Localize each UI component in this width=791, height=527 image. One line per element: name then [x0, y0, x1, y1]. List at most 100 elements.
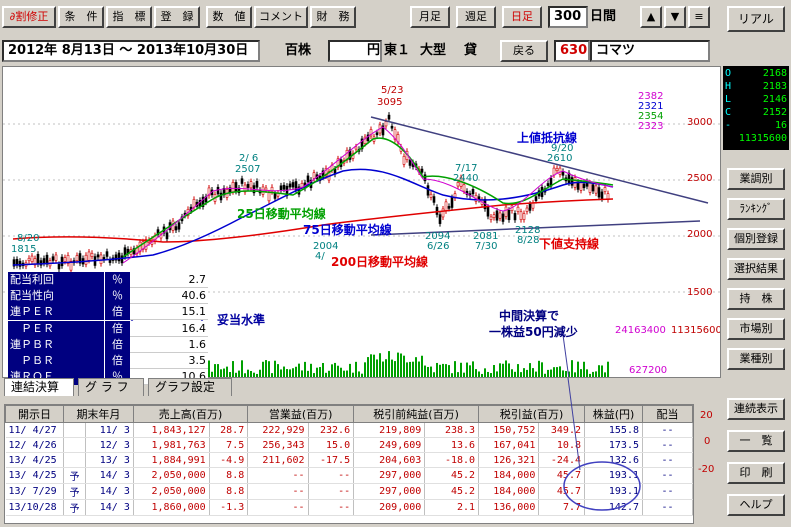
side-button-by-industry[interactable]: 業種別 [727, 348, 785, 370]
side-button-help[interactable]: ヘルプ [727, 494, 785, 516]
condition-button[interactable]: 条 件 [58, 6, 104, 28]
table-cell: 2,050,000 [133, 483, 210, 500]
table-cell: -- [642, 499, 693, 516]
finance-button[interactable]: 財 務 [310, 6, 356, 28]
table-row[interactable]: 12/ 4/26 12/ 3 1,981,763 7.5 256,343 15.0 249,… [5, 437, 693, 453]
table-cell: 13/ 3 [85, 452, 134, 468]
table-cell: 14/ 3 [85, 467, 134, 484]
volume-bar [517, 364, 519, 377]
candle-body [402, 156, 406, 165]
annotation-feb-val: 2507 [235, 164, 261, 175]
annotation-2128-date: 8/28 [517, 235, 540, 246]
volume-bar [508, 363, 510, 377]
side-button-list[interactable]: 一 覧 [727, 430, 785, 452]
volume-bar [484, 368, 486, 377]
side-button-holdings[interactable]: 持 株 [727, 288, 785, 310]
code-field[interactable]: 6301 [554, 40, 590, 62]
comment-button[interactable]: コメント [254, 6, 308, 28]
volume-bar [385, 359, 387, 377]
volume-bar [607, 361, 609, 377]
table-cell: -- [308, 483, 355, 500]
indicator-button[interactable]: 指 標 [106, 6, 152, 28]
table-cell: 150,752 [478, 422, 540, 438]
volume-bar [220, 369, 222, 377]
volume-bar [514, 371, 516, 377]
volume-bar [529, 363, 531, 377]
table-cell: 297,000 [353, 483, 426, 500]
tab-graph[interactable]: グ ラ フ [78, 378, 144, 396]
menu-button[interactable]: ≡ [688, 6, 710, 28]
col-pretax: 税引前純益(百万) [353, 405, 480, 423]
side-button-print[interactable]: 印 刷 [727, 462, 785, 484]
volume-bar [544, 373, 546, 377]
label-note-1: 中間決算で [499, 309, 560, 323]
volume-bar [394, 361, 396, 377]
grid-axis-20: 20 [700, 410, 713, 421]
split-adjust-button[interactable]: ∂割修正 [2, 6, 56, 28]
volume-bar [547, 369, 549, 377]
side-button-ranking[interactable]: ﾗﾝｷﾝｸﾞ [727, 198, 785, 220]
table-row[interactable]: 13/ 4/25 予 14/ 3 2,050,000 8.8 -- -- 297,000 45.… [5, 467, 693, 484]
table-row[interactable]: 13/ 4/25 13/ 3 1,884,991 -4.9 211,602 -17.5 20… [5, 452, 693, 468]
table-cell: 13/ 4/25 [5, 452, 64, 468]
tab-consolidated[interactable]: 連結決算 [4, 378, 74, 396]
volume-bar [400, 353, 402, 377]
candle-body [450, 197, 454, 208]
candle-body [282, 184, 286, 190]
table-row[interactable]: 11/ 4/27 11/ 3 1,843,127 28.7 222,929 232.6 21… [5, 422, 693, 438]
fundamental-row: ＰＥＲ 倍 16.4 [8, 320, 208, 337]
volume-bar [511, 369, 513, 377]
back-button[interactable]: 戻る [500, 40, 548, 62]
days-input[interactable]: 300 [548, 6, 588, 28]
earnings-grid[interactable]: 開示日 期末年月 売上高(百万) 営業益(百万) 税引前純益(百万) 税引益(百… [4, 404, 694, 524]
volume-bar [271, 373, 273, 377]
volume-bar [319, 367, 321, 377]
register-button[interactable]: 登 録 [154, 6, 200, 28]
fundamental-value: 16.4 [130, 320, 208, 337]
weekly-button[interactable]: 週足 [456, 6, 496, 28]
volume-bar [424, 365, 426, 377]
date-range-field[interactable]: 2012年 8月13日 ～ 2013年10月30日 [2, 40, 260, 62]
side-button-selection-result[interactable]: 選択結果 [727, 258, 785, 280]
col-eps: 株益(円) [584, 405, 643, 423]
table-row[interactable]: 13/ 7/29 予 14/ 3 2,050,000 8.8 -- -- 297,000 45.… [5, 483, 693, 500]
realtime-button[interactable]: リアル [727, 6, 785, 32]
volume-bar [292, 368, 294, 377]
volume-bar [349, 363, 351, 377]
candle-body [279, 185, 283, 191]
down-button[interactable]: ▼ [664, 6, 686, 28]
daily-button[interactable]: 日足 [502, 6, 542, 28]
table-cell: 45.2 [424, 483, 480, 500]
fundamental-value: 40.6 [130, 288, 208, 305]
side-button-individual-register[interactable]: 個別登録 [727, 228, 785, 250]
fundamental-key: ＰＥＲ [8, 320, 104, 337]
volume-bar [325, 372, 327, 377]
candle-body [375, 132, 379, 136]
volume-bar [367, 357, 369, 377]
table-cell: 15.0 [308, 437, 355, 453]
candle-body [387, 114, 391, 120]
volume-bar [232, 361, 234, 377]
candle-body [174, 226, 178, 231]
size-label: 大型 [420, 43, 447, 58]
volume-bar [496, 371, 498, 377]
side-button-continuous[interactable]: 連続表示 [727, 398, 785, 420]
tab-graph-settings[interactable]: グラフ設定 [148, 378, 232, 396]
name-field[interactable]: コマツ [590, 40, 710, 62]
up-button[interactable]: ▲ [640, 6, 662, 28]
table-cell: -- [642, 437, 693, 453]
volume-bar [520, 372, 522, 377]
monthly-button[interactable]: 月足 [410, 6, 450, 28]
quote-panel: O 2168 H 2183 L 2146 C 2152 -16 11315600 [723, 66, 789, 150]
values-button[interactable]: 数 値 [206, 6, 252, 28]
side-button-by-market[interactable]: 市場別 [727, 318, 785, 340]
table-row[interactable]: 13/10/28 予 14/ 3 1,860,000 -1.3 -- -- 209,000 2.… [5, 499, 693, 516]
volume-bar [478, 371, 480, 377]
side-button-sector-analysis[interactable]: 業調別 [727, 168, 785, 190]
table-cell: 193.1 [584, 467, 643, 484]
volume-bar [601, 365, 603, 377]
volume-bar [343, 370, 345, 377]
candle-body [495, 210, 499, 221]
volume-bar [469, 365, 471, 377]
fundamental-unit: 倍 [104, 304, 130, 321]
